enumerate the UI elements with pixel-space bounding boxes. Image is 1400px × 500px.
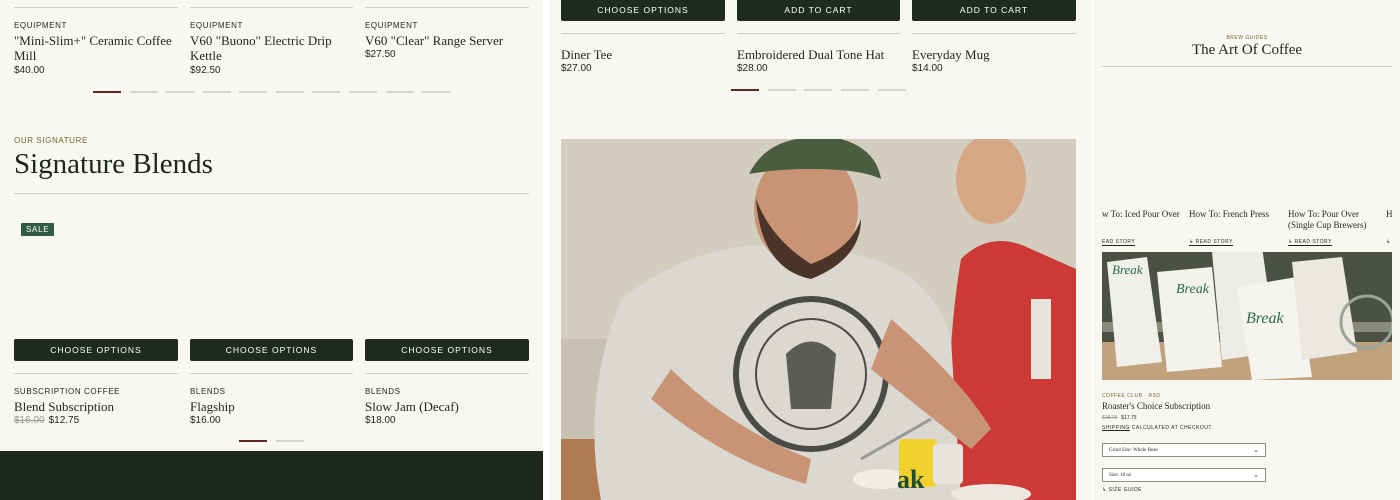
shop-panel-middle: CHOOSE OPTIONS ADD TO CART ADD TO CART D… [543, 0, 1091, 500]
product-price: $16.00 $12.75 [14, 415, 79, 426]
product-price: $27.00 [561, 63, 592, 74]
grind-size-value: Grind Size: Whole Bean [1109, 447, 1158, 453]
product-price: $40.00 [14, 65, 45, 76]
shipping-text: CALCULATED AT CHECKOUT. [1129, 425, 1214, 431]
divider [737, 33, 900, 34]
choose-options-button[interactable]: CHOOSE OPTIONS [561, 0, 725, 21]
product-title-link[interactable]: Flagship [190, 399, 350, 414]
shop-panel-left: EQUIPMENT "Mini-Slim+" Ceramic Coffee Mi… [0, 0, 543, 500]
footer [0, 451, 543, 500]
carousel-dot[interactable] [386, 91, 414, 93]
carousel-dot[interactable] [166, 91, 194, 93]
read-story-link[interactable]: ↳ [1386, 239, 1391, 245]
cup-logo-text: ak [897, 465, 925, 494]
carousel-dot[interactable] [203, 91, 231, 93]
product-title-link[interactable]: Everyday Mug [912, 47, 1072, 62]
product-category: BLENDS [365, 387, 401, 396]
divider [561, 33, 725, 34]
carousel-dot[interactable] [239, 440, 267, 442]
carousel-dot[interactable] [276, 440, 304, 442]
shipping-note: SHIPPING CALCULATED AT CHECKOUT. [1102, 425, 1213, 431]
story-title-link[interactable]: H [1386, 209, 1400, 220]
shipping-link[interactable]: SHIPPING [1102, 425, 1130, 431]
product-title-link[interactable]: Diner Tee [561, 47, 721, 62]
divider [365, 373, 529, 374]
product-price: $28.00 [737, 63, 768, 74]
story-title-link[interactable]: How To: Pour Over (Single Cup Brewers) [1288, 209, 1383, 231]
product-category: EQUIPMENT [365, 21, 418, 30]
carousel-dot[interactable] [349, 91, 377, 93]
divider [190, 7, 353, 8]
carousel-dot[interactable] [276, 91, 304, 93]
section-eyebrow: OUR SIGNATURE [14, 136, 88, 145]
carousel-dot[interactable] [878, 89, 906, 91]
carousel-dot[interactable] [312, 91, 340, 93]
divider [1102, 66, 1392, 67]
old-price: $16.00 [14, 415, 45, 426]
product-tags: COFFEE CLUB · RSD [1102, 393, 1161, 399]
divider [365, 7, 529, 8]
product-title-link[interactable]: V60 "Buono" Electric Drip Kettle [190, 33, 340, 63]
bag-brand: Break [1112, 262, 1143, 277]
story-title-link[interactable]: w To: Iced Pour Over [1102, 209, 1197, 220]
choose-options-button[interactable]: CHOOSE OPTIONS [190, 339, 353, 361]
product-title: Roaster's Choice Subscription [1102, 401, 1211, 411]
grind-size-select[interactable]: Grind Size: Whole Bean ⌄ [1102, 443, 1266, 457]
product-title-link[interactable]: V60 "Clear" Range Server [365, 33, 525, 48]
bag-brand: Break [1176, 282, 1209, 297]
divider [14, 193, 529, 194]
read-story-link[interactable]: ↳ READ STORY [1288, 239, 1332, 246]
divider [912, 33, 1076, 34]
product-price: $27.50 [365, 49, 396, 60]
product-price: $18.00 [365, 415, 396, 426]
section-heading: Signature Blends [14, 148, 213, 180]
size-select[interactable]: Size: 10 oz ⌄ [1102, 468, 1266, 482]
read-story-link[interactable]: EAD STORY [1102, 239, 1136, 246]
carousel-dot[interactable] [93, 91, 121, 93]
product-category: SUBSCRIPTION COFFEE [14, 387, 121, 396]
chevron-down-icon: ⌄ [1253, 446, 1259, 454]
product-title-link[interactable]: "Mini-Slim+" Ceramic Coffee Mill [14, 33, 174, 63]
sale-price: $12.75 [48, 415, 80, 426]
add-to-cart-button[interactable]: ADD TO CART [912, 0, 1076, 21]
carousel-dot[interactable] [731, 89, 759, 91]
story-title-link[interactable]: How To: French Press [1189, 209, 1284, 220]
product-price: $18.75 $17.75 [1102, 415, 1137, 421]
section-heading: The Art Of Coffee [1191, 42, 1303, 58]
barista-photo [561, 139, 1076, 500]
chevron-down-icon: ⌄ [1253, 471, 1259, 479]
brew-guides-panel: BREW GUIDES The Art Of Coffee w To: Iced… [1091, 0, 1400, 500]
carousel-dot[interactable] [841, 89, 869, 91]
product-title-link[interactable]: Embroidered Dual Tone Hat [737, 47, 897, 62]
divider [14, 373, 178, 374]
sale-badge: SALE [21, 223, 55, 236]
product-price: $14.00 [912, 63, 943, 74]
product-category: EQUIPMENT [190, 21, 243, 30]
carousel-dot[interactable] [239, 91, 267, 93]
carousel-dot[interactable] [130, 91, 158, 93]
read-story-link[interactable]: ↳ READ STORY [1189, 239, 1233, 246]
divider [14, 7, 178, 8]
add-to-cart-button[interactable]: ADD TO CART [737, 0, 900, 21]
bag-brand: Break [1246, 310, 1284, 327]
sale-price: $17.75 [1121, 415, 1137, 421]
choose-options-button[interactable]: CHOOSE OPTIONS [365, 339, 529, 361]
size-guide-link[interactable]: ↳ SIZE GUIDE [1102, 487, 1142, 493]
product-price: $16.00 [190, 415, 221, 426]
product-title-link[interactable]: Slow Jam (Decaf) [365, 399, 525, 414]
carousel-dot[interactable] [422, 91, 450, 93]
product-title-link[interactable]: Blend Subscription [14, 399, 174, 414]
choose-options-button[interactable]: CHOOSE OPTIONS [14, 339, 178, 361]
old-price: $18.75 [1102, 415, 1118, 421]
size-value: Size: 10 oz [1109, 472, 1132, 478]
section-eyebrow: BREW GUIDES [1226, 35, 1268, 41]
product-category: BLENDS [190, 387, 226, 396]
product-category: EQUIPMENT [14, 21, 67, 30]
product-price: $92.50 [190, 65, 221, 76]
carousel-dot[interactable] [768, 89, 796, 91]
carousel-dot[interactable] [804, 89, 832, 91]
divider [190, 373, 353, 374]
